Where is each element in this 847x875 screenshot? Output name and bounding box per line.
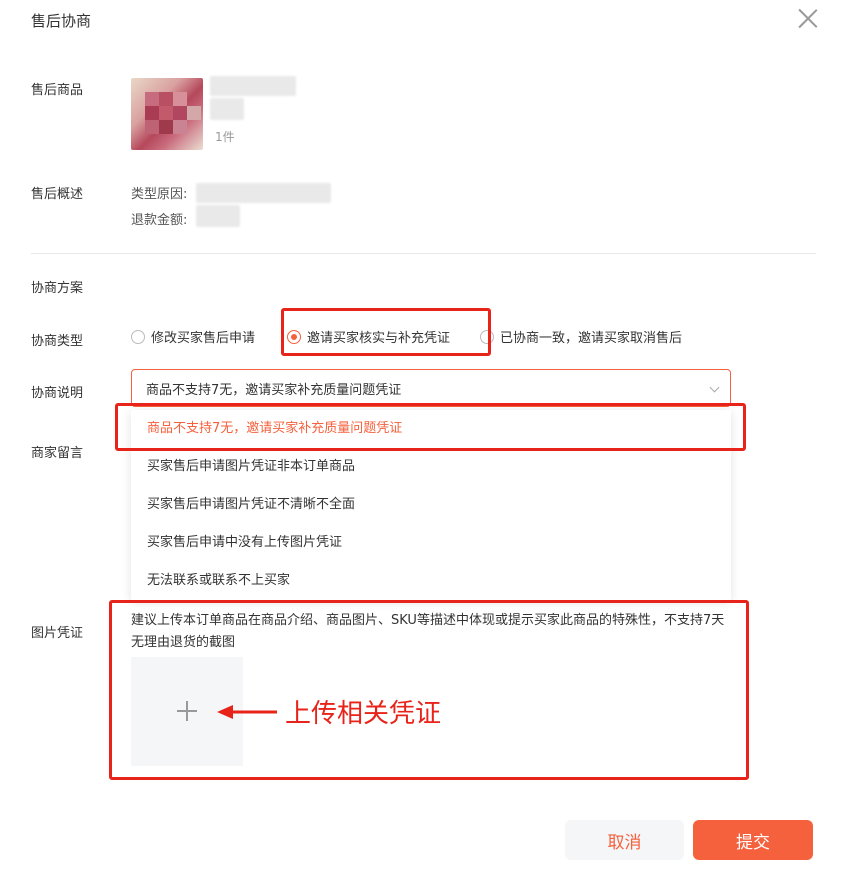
radio-agreed-cancel[interactable]: 已协商一致，邀请买家取消售后	[480, 327, 682, 346]
submit-button[interactable]: 提交	[693, 820, 813, 860]
close-icon[interactable]	[797, 7, 819, 29]
evidence-label: 图片凭证	[31, 626, 84, 641]
radio-circle	[480, 329, 495, 344]
dropdown-option[interactable]: 买家售后申请中没有上传图片凭证	[131, 524, 731, 562]
merchant-message-label: 商家留言	[31, 446, 84, 461]
refund-amount-redacted	[196, 205, 240, 227]
dropdown-option[interactable]: 无法联系或联系不上买家	[131, 562, 731, 600]
negotiation-desc-select[interactable]: 商品不支持7无，邀请买家补充质量问题凭证	[131, 369, 731, 407]
radio-label: 邀请买家核实与补充凭证	[307, 331, 451, 346]
dropdown-option[interactable]: 买家售后申请图片凭证非本订单商品	[131, 448, 731, 486]
negotiation-type-label: 协商类型	[31, 334, 84, 349]
radio-circle	[287, 329, 302, 344]
dialog-title: 售后协商	[31, 12, 92, 30]
product-thumbnail	[131, 78, 203, 150]
cancel-button[interactable]: 取消	[565, 820, 684, 860]
negotiation-desc-dropdown: 商品不支持7无，邀请买家补充质量问题凭证 买家售后申请图片凭证非本订单商品 买家…	[131, 410, 731, 600]
arrow-left-icon	[217, 705, 277, 719]
chevron-down-icon	[709, 382, 720, 393]
evidence-hint: 建议上传本订单商品在商品介绍、商品图片、SKU等描述中体现或提示买家此商品的特殊…	[131, 613, 725, 650]
radio-label: 已协商一致，邀请买家取消售后	[500, 331, 683, 346]
refund-amount-label: 退款金额:	[131, 213, 188, 228]
product-quantity: 1件	[215, 130, 235, 144]
radio-label: 修改买家售后申请	[151, 331, 256, 346]
annotation-text: 上传相关凭证	[285, 699, 442, 729]
negotiation-type-radio-group: 修改买家售后申请 邀请买家核实与补充凭证 已协商一致，邀请买家取消售后	[131, 327, 682, 346]
plan-section-label: 协商方案	[31, 281, 84, 296]
product-spec-redacted	[210, 98, 244, 120]
section-divider	[31, 253, 816, 254]
radio-circle	[131, 329, 145, 344]
dropdown-option[interactable]: 商品不支持7无，邀请买家补充质量问题凭证	[131, 410, 731, 448]
radio-invite-evidence[interactable]: 邀请买家核实与补充凭证	[287, 327, 450, 346]
negotiation-desc-label: 协商说明	[31, 386, 84, 401]
summary-label: 售后概述	[31, 187, 84, 202]
radio-modify-request[interactable]: 修改买家售后申请	[131, 327, 255, 346]
type-reason-label: 类型原因:	[131, 187, 188, 202]
product-label: 售后商品	[31, 83, 84, 98]
type-reason-redacted	[196, 183, 331, 203]
select-value: 商品不支持7无，邀请买家补充质量问题凭证	[146, 382, 402, 398]
dropdown-option[interactable]: 买家售后申请图片凭证不清晰不全面	[131, 486, 731, 524]
product-name-redacted	[210, 76, 296, 96]
